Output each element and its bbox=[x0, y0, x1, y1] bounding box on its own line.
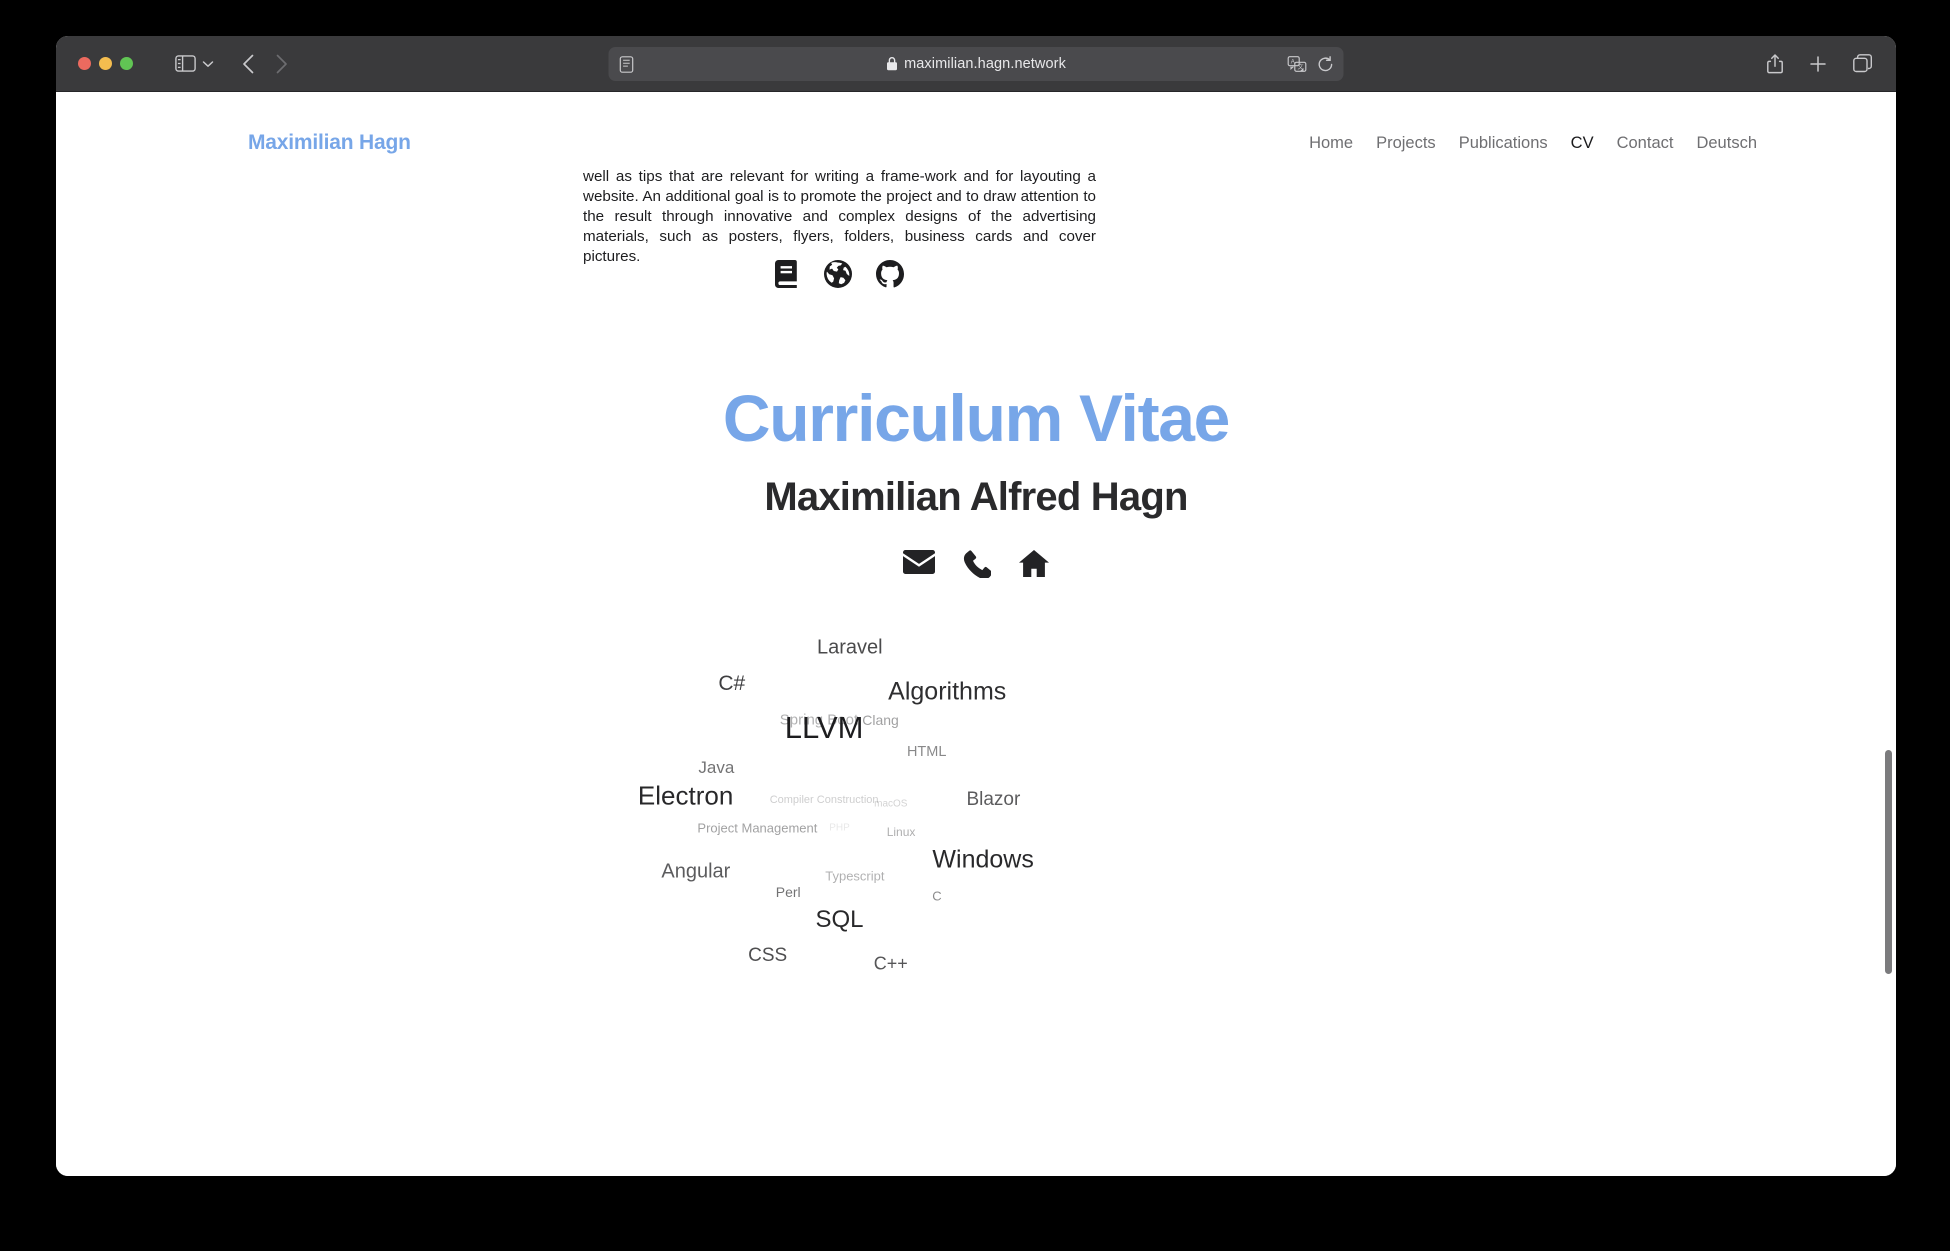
nav-link-cv[interactable]: CV bbox=[1571, 134, 1594, 153]
nav-link-contact[interactable]: Contact bbox=[1617, 134, 1674, 153]
cloud-word[interactable]: Blazor bbox=[966, 789, 1020, 811]
cloud-word[interactable]: Linux bbox=[887, 825, 916, 839]
cloud-word[interactable]: CSS bbox=[748, 945, 787, 967]
tab-overview-icon[interactable] bbox=[1853, 54, 1872, 73]
chevron-down-icon[interactable] bbox=[202, 60, 214, 68]
skills-word-cloud: Laravel C# Algorithms Spring Boot LLVM Clang H… bbox=[583, 612, 1096, 1012]
github-icon[interactable] bbox=[876, 260, 905, 293]
cloud-word[interactable]: C# bbox=[718, 672, 745, 696]
cloud-word[interactable]: Angular bbox=[661, 861, 730, 884]
book-icon[interactable] bbox=[775, 260, 800, 293]
back-arrow-icon[interactable] bbox=[242, 54, 255, 74]
browser-toolbar: maximilian.hagn.network A 文 bbox=[56, 36, 1896, 92]
cloud-word[interactable]: macOS bbox=[874, 799, 907, 810]
nav-link-projects[interactable]: Projects bbox=[1376, 134, 1436, 153]
cloud-word[interactable]: Windows bbox=[932, 846, 1033, 875]
share-icon[interactable] bbox=[1767, 53, 1783, 74]
cloud-word[interactable]: PHP bbox=[829, 823, 850, 834]
cloud-word[interactable]: Project Management bbox=[697, 821, 817, 836]
url-display: maximilian.hagn.network bbox=[609, 56, 1344, 72]
plus-icon[interactable] bbox=[1809, 55, 1827, 73]
cloud-word[interactable]: Compiler Construction bbox=[770, 794, 879, 806]
sidebar-icon[interactable] bbox=[175, 55, 196, 72]
reader-view-icon[interactable] bbox=[619, 55, 634, 73]
window-controls bbox=[78, 57, 133, 70]
page-viewport: Maximilian Hagn Home Projects Publicatio… bbox=[56, 92, 1896, 1176]
cloud-word[interactable]: Electron bbox=[638, 781, 733, 812]
address-bar-actions: A 文 bbox=[1287, 55, 1334, 73]
lock-icon bbox=[886, 57, 897, 71]
site-brand[interactable]: Maximilian Hagn bbox=[248, 131, 411, 155]
contact-links bbox=[56, 550, 1896, 583]
cloud-word[interactable]: Perl bbox=[776, 884, 801, 900]
toolbar-right-actions bbox=[1767, 53, 1872, 74]
reload-icon[interactable] bbox=[1318, 55, 1334, 73]
scrollbar-thumb[interactable] bbox=[1885, 750, 1892, 974]
cloud-word[interactable]: Laravel bbox=[817, 637, 883, 660]
page-title: Curriculum Vitae bbox=[722, 381, 1230, 455]
cloud-word[interactable]: Java bbox=[698, 758, 734, 778]
page-scrollbar[interactable] bbox=[1884, 148, 1893, 1176]
cloud-word[interactable]: Clang bbox=[862, 712, 899, 728]
cloud-word[interactable]: SQL bbox=[815, 906, 863, 934]
cloud-word[interactable]: Algorithms bbox=[888, 678, 1006, 707]
close-window-button[interactable] bbox=[78, 57, 91, 70]
forward-arrow-icon bbox=[275, 54, 288, 74]
svg-text:文: 文 bbox=[1298, 63, 1304, 71]
cloud-word[interactable]: C++ bbox=[874, 954, 908, 975]
translate-icon[interactable]: A 文 bbox=[1287, 56, 1307, 72]
social-links bbox=[583, 260, 1096, 293]
globe-icon[interactable] bbox=[824, 260, 852, 293]
home-icon[interactable] bbox=[1019, 550, 1049, 583]
cloud-word[interactable]: C bbox=[932, 889, 941, 904]
intro-paragraph: well as tips that are relevant for writi… bbox=[583, 168, 1096, 265]
browser-window: maximilian.hagn.network A 文 Maximilian H… bbox=[56, 36, 1896, 1176]
nav-link-home[interactable]: Home bbox=[1309, 134, 1353, 153]
cloud-word[interactable]: HTML bbox=[907, 744, 946, 760]
page-subtitle: Maximilian Alfred Hagn bbox=[764, 475, 1188, 519]
email-icon[interactable] bbox=[903, 550, 935, 583]
site-navigation: Home Projects Publications CV Contact De… bbox=[1309, 134, 1757, 153]
address-bar[interactable]: maximilian.hagn.network A 文 bbox=[608, 47, 1344, 81]
cloud-word[interactable]: LLVM bbox=[785, 710, 864, 746]
minimize-window-button[interactable] bbox=[99, 57, 112, 70]
nav-link-publications[interactable]: Publications bbox=[1459, 134, 1548, 153]
phone-icon[interactable] bbox=[963, 550, 993, 583]
zoom-window-button[interactable] bbox=[120, 57, 133, 70]
cloud-word[interactable]: Typescript bbox=[825, 869, 884, 884]
nav-link-deutsch[interactable]: Deutsch bbox=[1696, 134, 1757, 153]
url-text: maximilian.hagn.network bbox=[904, 56, 1066, 72]
svg-text:A: A bbox=[1291, 59, 1295, 65]
